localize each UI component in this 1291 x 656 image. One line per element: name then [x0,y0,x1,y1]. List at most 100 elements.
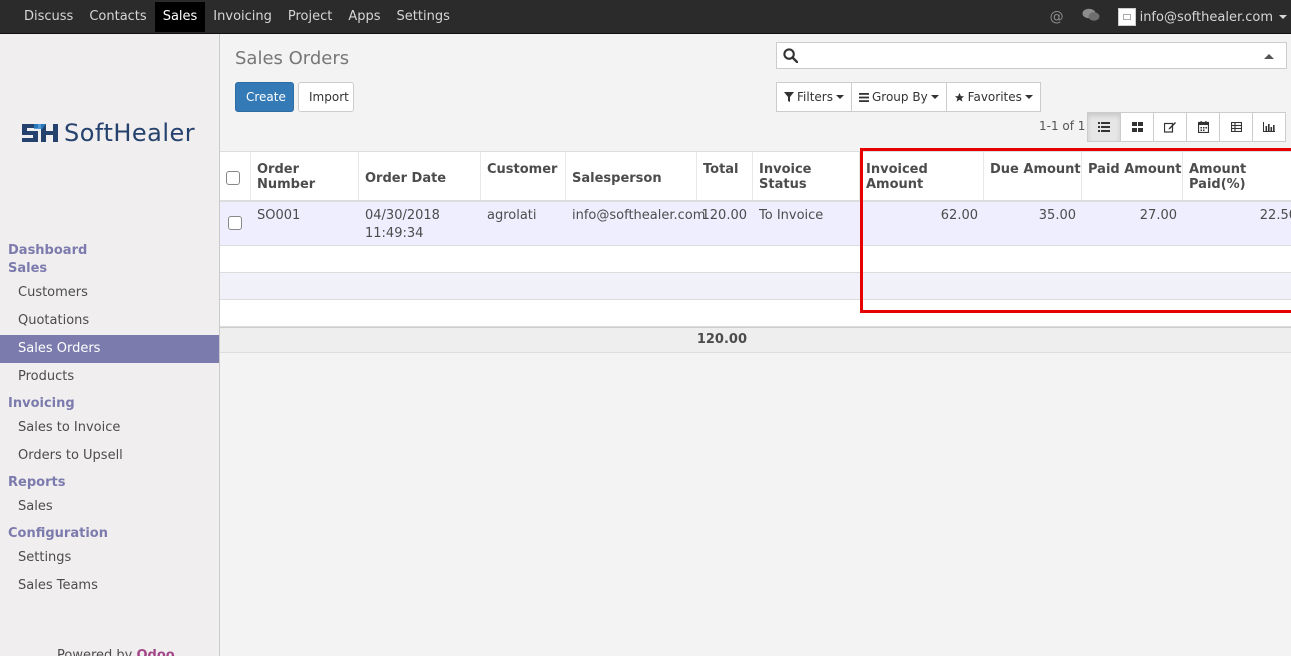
filters-button[interactable]: Filters [776,82,852,112]
column-order-number[interactable]: Order Number [251,152,359,200]
column-label: Due Amount [990,162,1081,177]
cell-text: 62.00 [940,208,978,223]
column-label: Invoice Status [759,162,812,192]
page-title: Sales Orders [235,48,350,69]
menu-invoicing[interactable]: Invoicing [205,2,280,32]
sidebar-header-dashboard[interactable]: Dashboard [0,242,219,260]
create-button[interactable]: Create [235,82,294,112]
kanban-icon [1131,122,1143,132]
odoo-link[interactable]: Odoo [137,648,175,656]
cell-text: info@softhealer.com [572,208,706,223]
select-all-checkbox[interactable] [226,171,240,185]
column-invoice-status[interactable]: Invoice Status [753,152,860,200]
empty-row [220,273,1291,300]
sidebar-header-reports[interactable]: Reports [0,474,219,492]
favorites-button[interactable]: Favorites [945,82,1041,112]
column-label: Order Number [257,162,316,192]
cell-text: 120.00 [701,208,748,223]
row-select-cell [220,202,251,245]
table-header: Order Number Order Date Customer Salespe… [220,152,1291,202]
cell-text: To Invoice [759,208,824,223]
column-due-amount[interactable]: Due Amount [984,152,1082,200]
sidebar-item-quotations[interactable]: Quotations [0,307,219,335]
sidebar-item-orders-to-upsell[interactable]: Orders to Upsell [0,442,219,470]
sidebar-item-customers[interactable]: Customers [0,279,219,307]
empty-row [220,246,1291,273]
sidebar-header-invoicing[interactable]: Invoicing [0,395,219,413]
sidebar-header-sales[interactable]: Sales [0,260,219,278]
group-by-label: Group By [871,90,928,104]
calendar-view-button[interactable] [1186,112,1220,142]
view-switcher [1087,112,1286,142]
search-input[interactable] [805,45,1245,66]
form-view-button[interactable] [1153,112,1187,142]
cell-total: 120.00 [697,202,753,245]
column-label: Total [703,162,739,177]
sidebar-item-settings[interactable]: Settings [0,544,219,572]
menu-apps[interactable]: Apps [340,2,388,32]
column-total[interactable]: Total [697,152,753,200]
avatar[interactable] [1117,8,1136,26]
chevron-down-icon [835,95,844,99]
table-row[interactable]: SO001 04/30/2018 11:49:34 agrolati info@… [220,202,1291,246]
pivot-view-button[interactable] [1219,112,1253,142]
main-content: Sales Orders Create Import Filters Group… [220,34,1291,656]
chevron-down-icon [1024,95,1033,99]
chevron-down-icon [930,95,939,99]
column-paid-amount[interactable]: Paid Amount [1082,152,1183,200]
mention-icon[interactable]: @ [1050,9,1064,25]
cell-text: SO001 [257,208,301,223]
table-icon [1230,122,1242,132]
cell-invoiced-amount: 62.00 [860,202,984,245]
control-panel: Sales Orders Create Import Filters Group… [220,34,1291,152]
sidebar-nav: Dashboard Sales Customers Quotations Sal… [0,242,219,600]
cell-invoice-status: To Invoice [753,202,860,245]
cell-due-amount: 35.00 [984,202,1082,245]
column-label: Order Date [365,171,447,186]
list-view-button[interactable] [1087,112,1121,142]
cell-customer: agrolati [481,202,566,245]
column-customer[interactable]: Customer [481,152,566,200]
column-salesperson[interactable]: Salesperson [566,152,697,200]
menu-discuss[interactable]: Discuss [16,2,81,32]
menu-settings[interactable]: Settings [389,2,458,32]
column-amount-paid-pct[interactable]: Amount Paid(%) [1183,152,1291,200]
cell-order-date: 04/30/2018 11:49:34 [359,202,481,245]
kanban-view-button[interactable] [1120,112,1154,142]
cell-text: 27.00 [1139,208,1177,223]
star-icon [954,92,964,102]
menu-project[interactable]: Project [280,2,340,32]
sidebar-item-sales-to-invoice[interactable]: Sales to Invoice [0,414,219,442]
sidebar-item-products[interactable]: Products [0,363,219,391]
column-label: Invoiced Amount [866,162,928,192]
bar-chart-icon [1263,122,1275,132]
sidebar-item-reports-sales[interactable]: Sales [0,493,219,521]
cell-salesperson: info@softhealer.com [566,202,705,245]
group-by-button[interactable]: Group By [850,82,947,112]
row-checkbox[interactable] [228,216,242,230]
menu-contacts[interactable]: Contacts [81,2,154,32]
column-invoiced-amount[interactable]: Invoiced Amount [860,152,984,200]
empty-row [220,300,1291,327]
user-menu[interactable]: info@softhealer.com [1140,10,1273,25]
chat-bubbles-icon [1082,8,1100,21]
chevron-down-icon[interactable] [1279,15,1287,19]
chat-icon[interactable] [1082,8,1100,26]
sidebar-header-configuration[interactable]: Configuration [0,525,219,543]
graph-view-button[interactable] [1252,112,1286,142]
import-button[interactable]: Import [298,82,354,112]
pager-value[interactable]: 1-1 of 1 [1039,119,1085,133]
column-order-date[interactable]: Order Date [359,152,481,200]
cell-time: 11:49:34 [365,226,424,241]
sidebar: SoftHealer Dashboard Sales Customers Quo… [0,34,220,656]
header-select-cell [220,152,251,200]
sidebar-item-sales-orders[interactable]: Sales Orders [0,335,219,363]
search-bar [776,42,1287,69]
filters-label: Filters [797,90,833,104]
chevron-up-icon[interactable] [1264,54,1274,59]
cell-date: 04/30/2018 [365,208,440,223]
search-icon [783,48,798,63]
sidebar-item-sales-teams[interactable]: Sales Teams [0,572,219,600]
menu-sales[interactable]: Sales [154,2,206,32]
sales-orders-table: Order Number Order Date Customer Salespe… [220,152,1291,353]
